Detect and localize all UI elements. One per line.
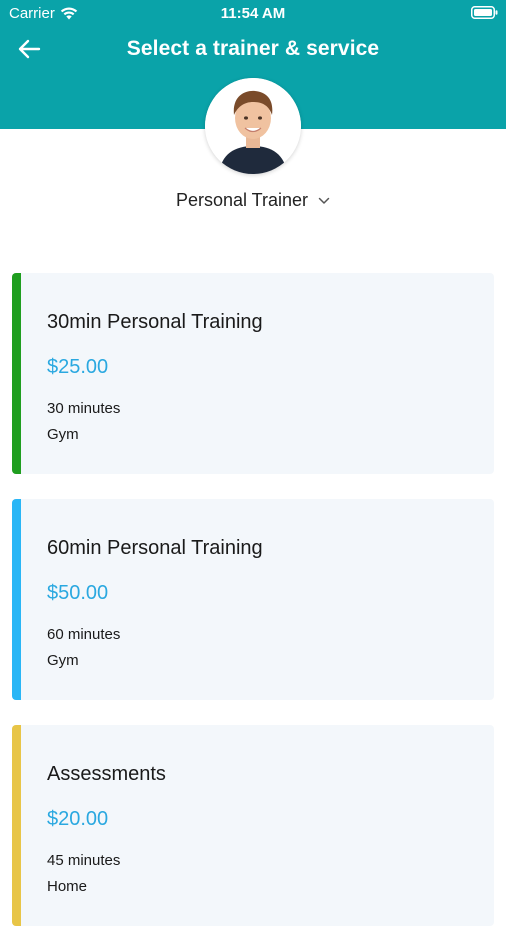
service-location: Gym (47, 652, 79, 669)
trainer-name: Personal Trainer (175, 190, 309, 210)
trainer-avatar-photo (205, 78, 301, 174)
service-duration: 30 minutes (47, 400, 121, 417)
status-bar: Carrier 11:54 AM (0, 0, 506, 28)
service-duration: 60 minutes (47, 626, 121, 643)
service-title: 60min Personal Training (47, 537, 263, 559)
service-location: Gym (47, 426, 79, 443)
service-card-assessments[interactable]: Assessments $20.00 45 minutes Home (12, 725, 494, 926)
service-card-60min[interactable]: 60min Personal Training $50.00 60 minute… (12, 499, 494, 700)
avatar[interactable] (205, 78, 301, 174)
card-accent-bar (12, 499, 21, 700)
page-title: Select a trainer & service (126, 37, 380, 60)
service-card-30min[interactable]: 30min Personal Training $25.00 30 minute… (12, 273, 494, 474)
status-right (471, 6, 498, 19)
service-price: $25.00 (47, 356, 109, 378)
service-price: $50.00 (47, 582, 109, 604)
service-title: Assessments (47, 763, 166, 785)
battery-icon (471, 6, 498, 19)
card-accent-bar (12, 273, 21, 474)
card-accent-bar (12, 725, 21, 926)
service-title: 30min Personal Training (47, 311, 263, 333)
status-time: 11:54 AM (220, 5, 286, 22)
service-duration: 45 minutes (47, 852, 121, 869)
service-location: Home (47, 878, 88, 895)
service-price: $20.00 (47, 808, 109, 830)
chevron-down-icon (318, 197, 330, 205)
trainer-dropdown[interactable]: Personal Trainer (0, 190, 506, 211)
